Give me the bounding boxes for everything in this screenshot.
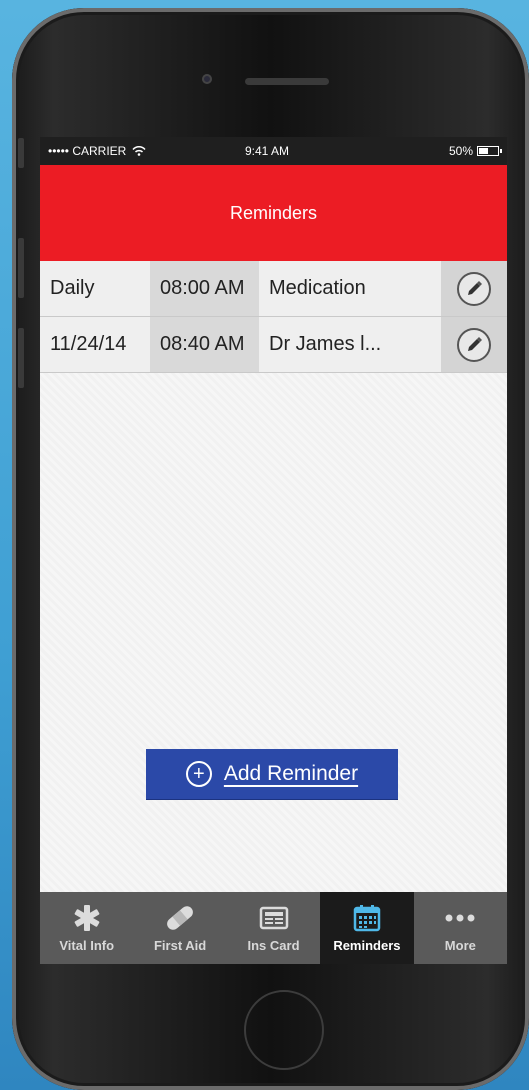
bandage-icon: [163, 902, 197, 934]
id-card-icon: [259, 902, 289, 934]
reminder-title: Medication: [259, 261, 441, 316]
add-reminder-button[interactable]: + Add Reminder: [146, 749, 398, 799]
reminder-row[interactable]: Daily 08:00 AM Medication: [40, 261, 507, 317]
plus-circle-icon: +: [185, 761, 212, 787]
app-screen: ••••• CARRIER 9:41 AM 50% Reminders Dail…: [40, 137, 507, 964]
tab-more[interactable]: More: [414, 892, 507, 964]
nav-bar: Reminders: [40, 165, 507, 261]
reminder-list: Daily 08:00 AM Medication 11/24/14 08:40…: [40, 261, 507, 373]
reminder-row[interactable]: 11/24/14 08:40 AM Dr James l...: [40, 317, 507, 373]
battery-percent: 50%: [448, 144, 473, 158]
mute-switch: [18, 138, 24, 168]
status-bar: ••••• CARRIER 9:41 AM 50%: [40, 137, 507, 165]
carrier-label: ••••• CARRIER: [48, 144, 146, 158]
front-camera: [202, 74, 212, 84]
home-button[interactable]: [244, 990, 324, 1070]
tab-bar: Vital Info First Aid Ins Card Reminders …: [40, 892, 507, 964]
page-title: Reminders: [229, 202, 318, 223]
status-time: 9:41 AM: [245, 144, 290, 158]
pencil-icon: [468, 280, 482, 295]
wifi-icon: [132, 146, 146, 156]
empty-list-area: [40, 373, 507, 892]
battery-status: 50%: [448, 144, 502, 158]
reminder-time: 08:40 AM: [150, 317, 259, 372]
tab-label: First Aid: [153, 938, 207, 953]
edit-cell: [441, 317, 507, 372]
tab-first-aid[interactable]: First Aid: [133, 892, 226, 964]
reminder-title: Dr James l...: [259, 317, 441, 372]
calendar-icon: [352, 902, 382, 934]
pencil-icon: [468, 336, 482, 351]
edit-button[interactable]: [457, 327, 491, 362]
reminder-date: 11/24/14: [40, 317, 150, 372]
edit-cell: [441, 261, 507, 316]
add-reminder-label: Add Reminder: [223, 762, 359, 785]
tab-label: Vital Info: [59, 938, 115, 953]
volume-up-button: [18, 238, 24, 298]
tab-label: Reminders: [333, 938, 401, 953]
edit-button[interactable]: [457, 271, 491, 306]
battery-icon: [477, 146, 502, 156]
reminder-time: 08:00 AM: [150, 261, 259, 316]
tab-label: More: [444, 938, 476, 953]
tab-ins-card[interactable]: Ins Card: [227, 892, 320, 964]
tab-label: Ins Card: [247, 938, 300, 953]
asterisk-icon: [71, 902, 103, 934]
reminder-date: Daily: [40, 261, 150, 316]
volume-down-button: [18, 328, 24, 388]
tab-vital-info[interactable]: Vital Info: [40, 892, 133, 964]
more-dots-icon: [443, 902, 477, 934]
earpiece-speaker: [245, 78, 329, 85]
tab-reminders[interactable]: Reminders: [320, 892, 414, 964]
